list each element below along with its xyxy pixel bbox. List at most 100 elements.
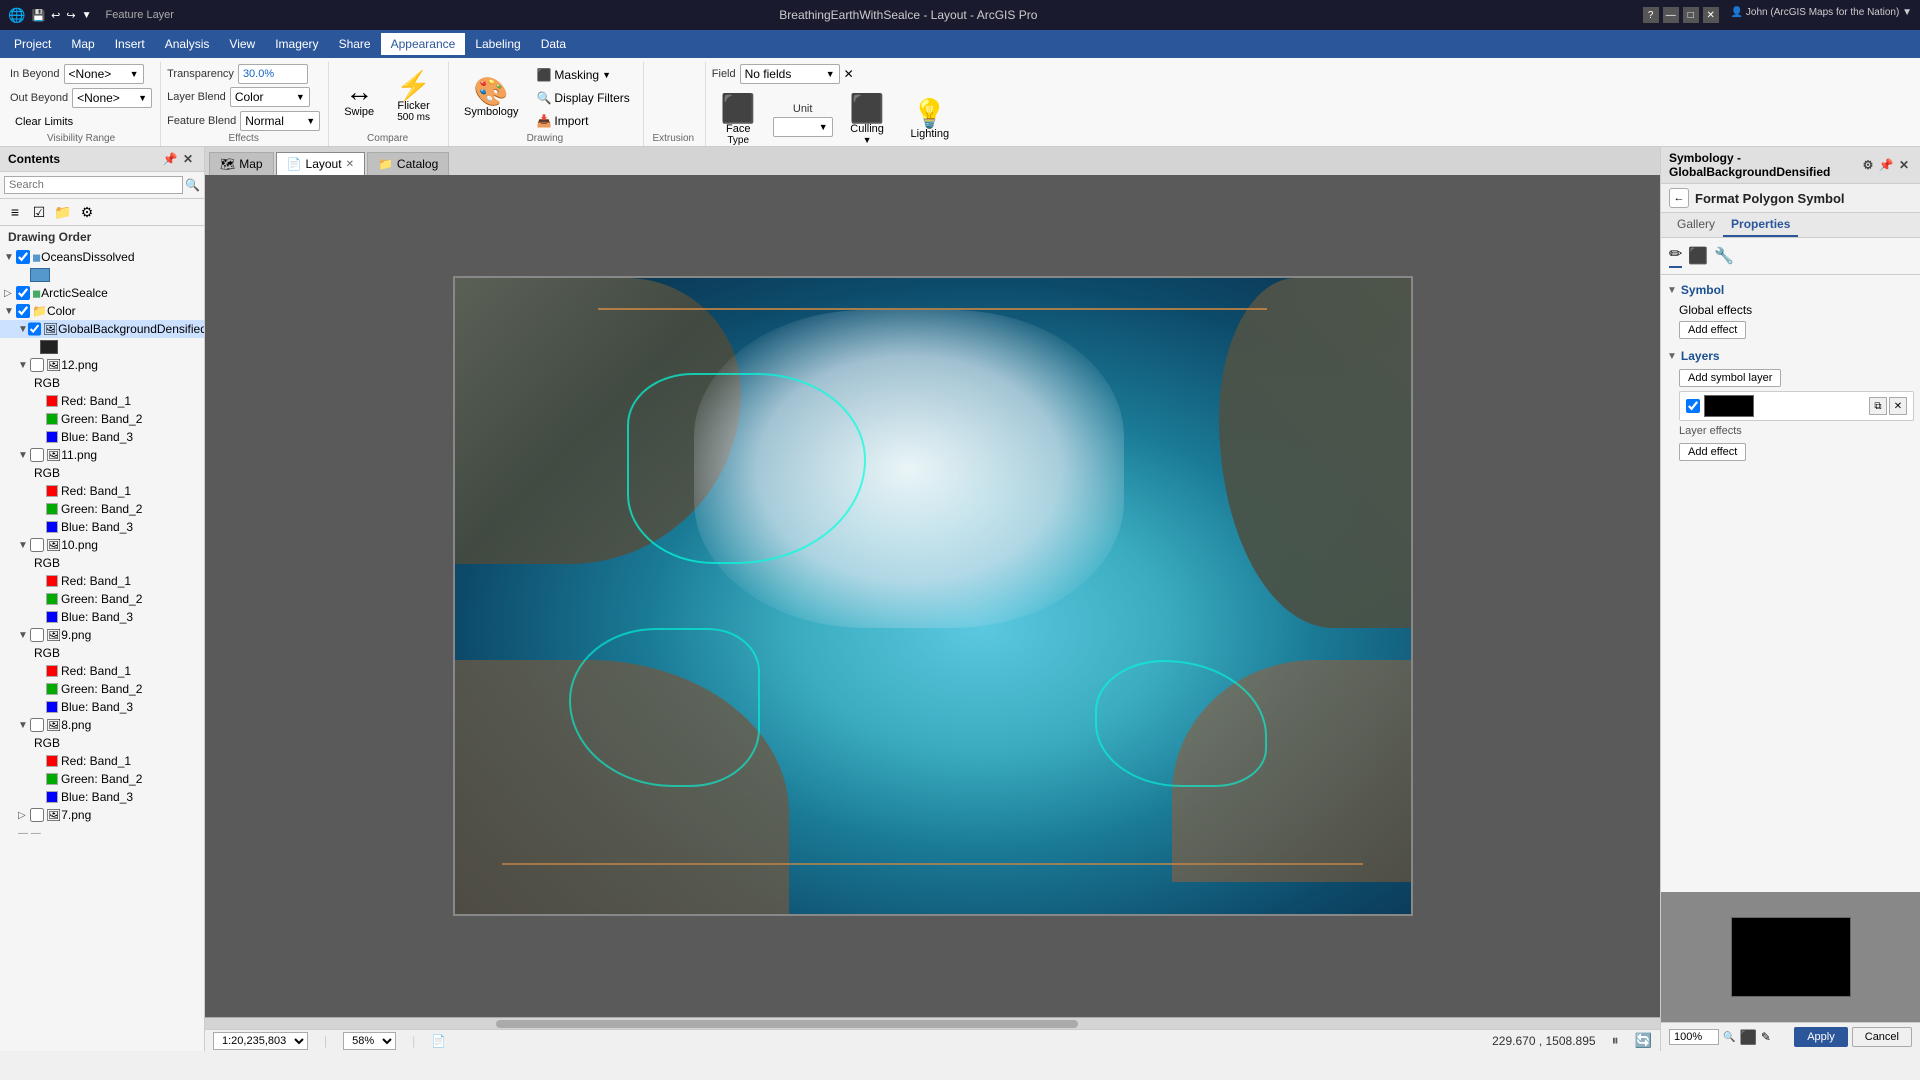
color-picker-icon[interactable]: ⬛ xyxy=(1739,1029,1756,1046)
contents-pin-icon[interactable]: 📌 xyxy=(162,151,178,167)
layers-tool-icon[interactable]: ⬛ xyxy=(1688,246,1708,266)
layer-checkbox[interactable] xyxy=(30,358,44,372)
lighting-button[interactable]: 💡 Lighting xyxy=(902,90,959,150)
map-canvas[interactable] xyxy=(205,175,1660,1017)
check-all-icon[interactable]: ☑ xyxy=(28,201,50,223)
layer-checkbox[interactable] xyxy=(16,304,30,318)
expand-icon[interactable]: ▼ xyxy=(18,540,30,551)
menu-appearance[interactable]: Appearance xyxy=(381,33,466,55)
symbol-color-swatch[interactable] xyxy=(1704,395,1754,417)
horizontal-scrollbar[interactable] xyxy=(205,1017,1660,1029)
quick-access-more[interactable]: ▼ xyxy=(82,10,92,21)
add-symbol-effect-button[interactable]: Add effect xyxy=(1679,321,1746,339)
list-item[interactable]: ▼ 🖼 8.png xyxy=(0,716,204,734)
quick-redo[interactable]: ↪ xyxy=(66,9,75,22)
list-item[interactable]: ▼ 🖼 10.png xyxy=(0,536,204,554)
search-input[interactable] xyxy=(4,176,183,194)
list-item[interactable]: ▼ 🖼 11.png xyxy=(0,446,204,464)
layer-checkbox[interactable] xyxy=(30,808,44,822)
zoom-selector[interactable]: 58% xyxy=(343,1032,396,1050)
quick-undo[interactable]: ↩ xyxy=(51,9,60,22)
field-dropdown[interactable]: No fields ▼ xyxy=(740,64,840,84)
panel-settings-icon[interactable]: ⚙ xyxy=(1860,157,1876,173)
delete-layer-icon[interactable]: ✕ xyxy=(1889,397,1907,415)
expand-icon[interactable]: ▼ xyxy=(4,252,16,263)
scrollbar-thumb[interactable] xyxy=(496,1020,1078,1028)
menu-analysis[interactable]: Analysis xyxy=(155,33,220,55)
clear-limits-button[interactable]: Clear Limits xyxy=(10,113,78,131)
list-item[interactable]: ▼ 🖼 GlobalBackgroundDensified xyxy=(0,320,204,338)
layer-checkbox[interactable] xyxy=(28,322,41,336)
settings-icon[interactable]: ⚙ xyxy=(76,201,98,223)
in-beyond-dropdown[interactable]: <None> ▼ xyxy=(64,64,144,84)
list-item[interactable]: ▼ ◼ OceansDissolved xyxy=(0,248,204,266)
tab-properties[interactable]: Properties xyxy=(1723,213,1798,237)
refresh-preview-icon[interactable]: ✎ xyxy=(1761,1030,1771,1044)
preview-zoom-input[interactable] xyxy=(1669,1029,1719,1045)
menu-project[interactable]: Project xyxy=(4,33,61,55)
expand-icon[interactable]: ▼ xyxy=(18,360,30,371)
add-layer-effect-button[interactable]: Add effect xyxy=(1679,443,1746,461)
field-clear-icon[interactable]: ✕ xyxy=(844,67,854,81)
feature-blend-dropdown[interactable]: Normal ▼ xyxy=(240,111,320,131)
minimize-btn[interactable]: — xyxy=(1663,7,1679,23)
symbology-button[interactable]: 🎨 Symbology xyxy=(455,68,527,128)
layer-checkbox[interactable] xyxy=(30,628,44,642)
back-button[interactable]: ← xyxy=(1669,188,1689,208)
expand-icon[interactable]: ▼ xyxy=(4,306,16,317)
expand-icon[interactable]: ▼ xyxy=(18,630,30,641)
menu-insert[interactable]: Insert xyxy=(105,33,155,55)
tab-map[interactable]: 🗺 Map xyxy=(209,152,274,175)
pause-btn[interactable]: ⏸ xyxy=(1612,1032,1619,1049)
layer-checkbox[interactable] xyxy=(30,448,44,462)
culling-button[interactable]: ⬛ Culling ▼ xyxy=(841,90,894,150)
flicker-button[interactable]: ⚡ Flicker 500 ms xyxy=(387,68,440,128)
expand-icon[interactable]: ▼ xyxy=(18,720,30,731)
wrench-tool-icon[interactable]: 🔧 xyxy=(1714,246,1734,266)
expand-icon[interactable]: ▼ xyxy=(18,450,30,461)
tab-layout[interactable]: 📄 Layout ✕ xyxy=(276,152,365,175)
import-button[interactable]: 📥 Import xyxy=(531,111,634,131)
tab-catalog[interactable]: 📁 Catalog xyxy=(367,152,449,175)
menu-view[interactable]: View xyxy=(219,33,265,55)
group-icon[interactable]: 📁 xyxy=(52,201,74,223)
scale-selector[interactable]: 1:20,235,803 xyxy=(213,1032,308,1050)
tab-close-icon[interactable]: ✕ xyxy=(346,159,354,170)
unit-dropdown[interactable]: ▼ xyxy=(773,117,833,137)
add-symbol-layer-button[interactable]: Add symbol layer xyxy=(1679,369,1781,387)
menu-map[interactable]: Map xyxy=(61,33,104,55)
menu-labeling[interactable]: Labeling xyxy=(465,33,530,55)
panel-close-icon[interactable]: ✕ xyxy=(1896,157,1912,173)
apply-button[interactable]: Apply xyxy=(1794,1027,1848,1047)
layer-checkbox[interactable] xyxy=(16,286,30,300)
menu-share[interactable]: Share xyxy=(329,33,381,55)
out-beyond-dropdown[interactable]: <None> ▼ xyxy=(72,88,152,108)
layer-checkbox[interactable] xyxy=(16,250,30,264)
layer-blend-dropdown[interactable]: Color ▼ xyxy=(230,87,310,107)
symbol-section-header[interactable]: ▼ Symbol xyxy=(1667,281,1914,299)
layer-checkbox[interactable] xyxy=(30,538,44,552)
copy-layer-icon[interactable]: ⧉ xyxy=(1869,397,1887,415)
list-item[interactable]: ▼ 🖼 12.png xyxy=(0,356,204,374)
expand-icon[interactable]: ▷ xyxy=(18,810,30,821)
display-filters-button[interactable]: 🔍 Display Filters xyxy=(531,88,634,108)
swipe-button[interactable]: ↔ Swipe xyxy=(335,68,383,128)
contents-close-icon[interactable]: ✕ xyxy=(180,151,196,167)
expand-icon[interactable]: ▼ xyxy=(18,324,28,335)
list-item[interactable]: ▼ 🖼 9.png xyxy=(0,626,204,644)
list-item[interactable]: ▷ ◼ ArcticSealce xyxy=(0,284,204,302)
close-btn[interactable]: ✕ xyxy=(1703,7,1719,23)
pen-tool-icon[interactable]: ✏ xyxy=(1669,244,1682,268)
maximize-btn[interactable]: □ xyxy=(1683,7,1699,23)
layers-section-header[interactable]: ▼ Layers xyxy=(1667,347,1914,365)
layer-checkbox[interactable] xyxy=(30,718,44,732)
panel-pin-icon[interactable]: 📌 xyxy=(1878,157,1894,173)
list-item[interactable]: ▼ 📁 Color xyxy=(0,302,204,320)
expand-icon[interactable]: ▷ xyxy=(4,288,16,299)
search-icon[interactable]: 🔍 xyxy=(185,178,200,192)
menu-imagery[interactable]: Imagery xyxy=(265,33,328,55)
refresh-btn[interactable]: 🔄 xyxy=(1635,1032,1652,1049)
masking-button[interactable]: ⬛ Masking ▼ xyxy=(531,65,634,85)
help-btn[interactable]: ? xyxy=(1643,7,1659,23)
symbol-layer-checkbox[interactable] xyxy=(1686,399,1700,413)
